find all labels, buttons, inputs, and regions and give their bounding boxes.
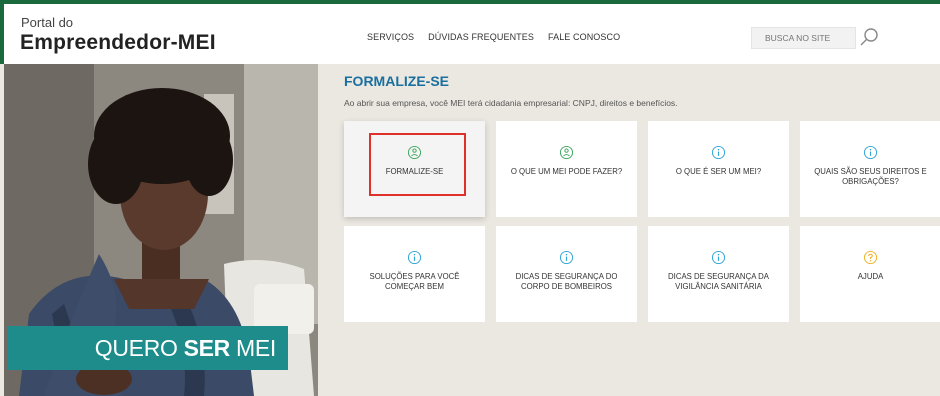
search-box [751,27,856,49]
card-label: SOLUÇÕES PARA VOCÊ COMEÇAR BEM [369,272,460,291]
card-label: FORMALIZE-SE [385,167,444,176]
logo-subtitle[interactable]: Portal do [21,16,73,30]
card-o-que-e-ser-um-mei[interactable]: O QUE É SER UM MEI? [648,121,789,217]
info-icon [711,250,726,265]
info-icon [559,250,574,265]
search-button[interactable] [857,26,881,50]
card-label: O QUE É SER UM MEI? [675,167,762,176]
main-nav: SERVIÇOS DÚVIDAS FREQUENTES FALE CONOSCO [367,32,620,42]
hero-banner[interactable]: QUERO SER MEI [4,64,318,396]
section-title: FORMALIZE-SE [344,73,449,89]
quero-ser-mei-button[interactable]: QUERO SER MEI [8,326,288,370]
card-label: AJUDA [857,272,884,281]
cta-text-bold: SER [183,334,231,361]
card-seguranca-bombeiros[interactable]: DICAS DE SEGURANÇA DO CORPO DE BOMBEIROS [496,226,637,322]
card-ajuda[interactable]: AJUDA [800,226,940,322]
card-direitos-e-obrigacoes[interactable]: QUAIS SÃO SEUS DIREITOS E OBRIGAÇÕES? [800,121,940,217]
main-content: QUERO SER MEI FORMALIZE-SE Ao abrir sua … [0,64,940,396]
search-input[interactable] [752,28,855,48]
card-o-que-um-mei-pode-fazer[interactable]: O QUE UM MEI PODE FAZER? [496,121,637,217]
person-icon [559,145,574,160]
nav-fale-conosco[interactable]: FALE CONOSCO [548,32,620,42]
logo-title[interactable]: Empreendedor-MEI [20,31,216,55]
person-icon [407,145,422,160]
section-subtitle: Ao abrir sua empresa, você MEI terá cida… [344,98,678,108]
card-label: DICAS DE SEGURANÇA DA VIGILÂNCIA SANITÁR… [668,272,769,291]
card-label: DICAS DE SEGURANÇA DO CORPO DE BOMBEIROS [515,272,618,291]
cta-text-post: MEI [236,334,276,361]
nav-servicos[interactable]: SERVIÇOS [367,32,414,42]
card-formalize-se[interactable]: FORMALIZE-SE [344,121,485,217]
site-header: Portal do Empreendedor-MEI SERVIÇOS DÚVI… [0,4,940,64]
cta-text-pre: QUERO [94,334,178,361]
card-label: O QUE UM MEI PODE FAZER? [510,167,623,176]
card-label: QUAIS SÃO SEUS DIREITOS E OBRIGAÇÕES? [814,167,927,186]
help-icon [863,250,878,265]
magnifier-icon [860,28,878,46]
info-icon [407,250,422,265]
info-icon [711,145,726,160]
card-seguranca-vigilancia-sanitaria[interactable]: DICAS DE SEGURANÇA DA VIGILÂNCIA SANITÁR… [648,226,789,322]
info-icon [863,145,878,160]
card-solucoes-comecar-bem[interactable]: SOLUÇÕES PARA VOCÊ COMEÇAR BEM [344,226,485,322]
nav-duvidas-frequentes[interactable]: DÚVIDAS FREQUENTES [428,32,534,42]
